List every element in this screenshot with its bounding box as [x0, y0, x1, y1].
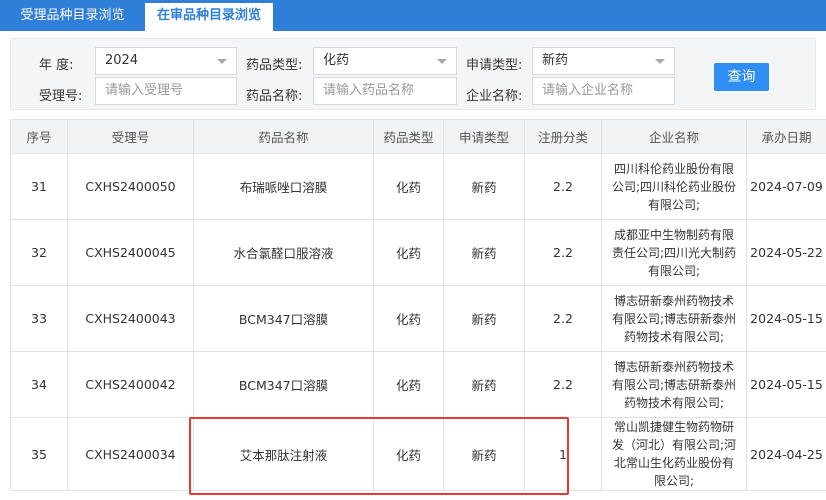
tab-under-review-catalog[interactable]: 在审品种目录浏览 [145, 3, 273, 31]
cell-date: 2024-05-22 [746, 219, 826, 286]
company-line: 公司;四川科伦药业股份 [611, 179, 737, 194]
company-label: 企业名称: [466, 89, 523, 104]
company-line: 四川科伦药业股份有限 [613, 161, 734, 176]
cell-accept-no: CXHS2400043 [67, 285, 194, 352]
header-drug-name: 药品名称 [193, 119, 374, 154]
cell-drug-name: 布瑞哌唑口溶膜 [193, 153, 374, 220]
query-button[interactable]: 查询 [714, 63, 769, 91]
drug-type-label: 药品类型: [246, 58, 303, 73]
chevron-down-icon [655, 59, 665, 64]
company-line: 北常山生化药业股份有 [613, 456, 734, 470]
cell-no: 32 [10, 219, 68, 286]
cell-date: 2024-04-25 [746, 417, 826, 491]
table-row[interactable]: 31 CXHS2400050 布瑞哌唑口溶膜 化药 新药 2.2 四川科伦药业股… [10, 153, 826, 220]
tab-accepted-catalog[interactable]: 受理品种目录浏览 [0, 0, 145, 31]
company-line: 发（河北）有限公司;河 [611, 438, 737, 452]
cell-apply-type: 新药 [443, 153, 525, 220]
company-line: 药物技术有限公司; [623, 329, 725, 344]
company-line: 博志研新泰州药物技术 [613, 293, 734, 308]
cell-no: 34 [10, 351, 68, 418]
drug-type-value: 化药 [323, 53, 350, 68]
cell-drug-type: 化药 [373, 153, 444, 220]
cell-apply-type: 新药 [443, 351, 525, 418]
cell-company: 博志研新泰州药物技术 有限公司;博志研新泰州 药物技术有限公司; [601, 351, 747, 418]
cell-apply-type: 新药 [443, 285, 525, 352]
accept-no-label: 受理号: [39, 89, 83, 104]
drug-name-input[interactable]: 请输入药品名称 [313, 77, 457, 105]
cell-company: 成都亚中生物制药有限 责任公司;四川光大制药 有限公司; [601, 219, 747, 286]
table-row[interactable]: 34 CXHS2400042 BCM347口溶膜 化药 新药 2.2 博志研新泰… [10, 351, 826, 418]
cell-drug-type: 化药 [373, 351, 444, 418]
company-line: 有限公司;博志研新泰州 [611, 377, 737, 392]
cell-drug-type: 化药 [373, 285, 444, 352]
drug-name-label: 药品名称: [246, 89, 303, 104]
table-header-row: 序号 受理号 药品名称 药品类型 申请类型 注册分类 企业名称 承办日期 [10, 119, 826, 154]
cell-company: 博志研新泰州药物技术 有限公司;博志研新泰州 药物技术有限公司; [601, 285, 747, 352]
company-line: 博志研新泰州药物技术 [613, 359, 734, 374]
header-date: 承办日期 [746, 119, 826, 154]
cell-category: 2.2 [524, 351, 602, 418]
cell-accept-no: CXHS2400042 [67, 351, 194, 418]
year-value: 2024 [105, 53, 139, 68]
chevron-down-icon [437, 59, 447, 64]
cell-category: 2.2 [524, 153, 602, 220]
company-line: 常山凯捷健生物药物研 [613, 420, 734, 434]
cell-date: 2024-05-15 [746, 285, 826, 352]
cell-accept-no: CXHS2400050 [67, 153, 194, 220]
company-line: 限公司; [653, 474, 695, 488]
header-accept-no: 受理号 [67, 119, 194, 154]
company-line: 有限公司; [647, 263, 701, 278]
header-category: 注册分类 [524, 119, 602, 154]
cell-accept-no: CXHS2400034 [67, 417, 194, 491]
header-company: 企业名称 [601, 119, 747, 154]
company-line: 成都亚中生物制药有限 [613, 227, 734, 242]
cell-no: 31 [10, 153, 68, 220]
cell-company: 常山凯捷健生物药物研 发（河北）有限公司;河 北常山生化药业股份有 限公司; [601, 417, 747, 491]
cell-date: 2024-05-15 [746, 351, 826, 418]
cell-no: 35 [10, 417, 68, 491]
cell-apply-type: 新药 [443, 219, 525, 286]
apply-type-select[interactable]: 新药 [532, 47, 675, 75]
company-line: 药物技术有限公司; [623, 395, 725, 410]
highlight-box [189, 417, 569, 495]
company-line: 有限公司; [647, 197, 701, 212]
company-line: 责任公司;四川光大制药 [611, 245, 737, 260]
cell-category: 2.2 [524, 285, 602, 352]
table-row[interactable]: 32 CXHS2400045 水合氯醛口服溶液 化药 新药 2.2 成都亚中生物… [10, 219, 826, 286]
cell-drug-name: 水合氯醛口服溶液 [193, 219, 374, 286]
year-label: 年 度: [39, 58, 74, 73]
header-apply-type: 申请类型 [443, 119, 525, 154]
cell-company: 四川科伦药业股份有限 公司;四川科伦药业股份 有限公司; [601, 153, 747, 220]
drug-type-select[interactable]: 化药 [313, 47, 457, 75]
tab-bar: 受理品种目录浏览 在审品种目录浏览 [0, 0, 826, 31]
cell-no: 33 [10, 285, 68, 352]
cell-accept-no: CXHS2400045 [67, 219, 194, 286]
header-drug-type: 药品类型 [373, 119, 444, 154]
header-no: 序号 [10, 119, 68, 154]
year-select[interactable]: 2024 [95, 47, 237, 75]
cell-drug-name: BCM347口溶膜 [193, 285, 374, 352]
cell-drug-name: BCM347口溶膜 [193, 351, 374, 418]
cell-date: 2024-07-09 [746, 153, 826, 220]
cell-drug-type: 化药 [373, 219, 444, 286]
accept-no-input[interactable]: 请输入受理号 [95, 77, 237, 105]
apply-type-value: 新药 [542, 53, 569, 68]
cell-category: 2.2 [524, 219, 602, 286]
company-line: 有限公司;博志研新泰州 [611, 311, 737, 326]
table-row[interactable]: 33 CXHS2400043 BCM347口溶膜 化药 新药 2.2 博志研新泰… [10, 285, 826, 352]
apply-type-label: 申请类型: [466, 58, 523, 73]
company-input[interactable]: 请输入企业名称 [532, 77, 675, 105]
chevron-down-icon [217, 59, 227, 64]
